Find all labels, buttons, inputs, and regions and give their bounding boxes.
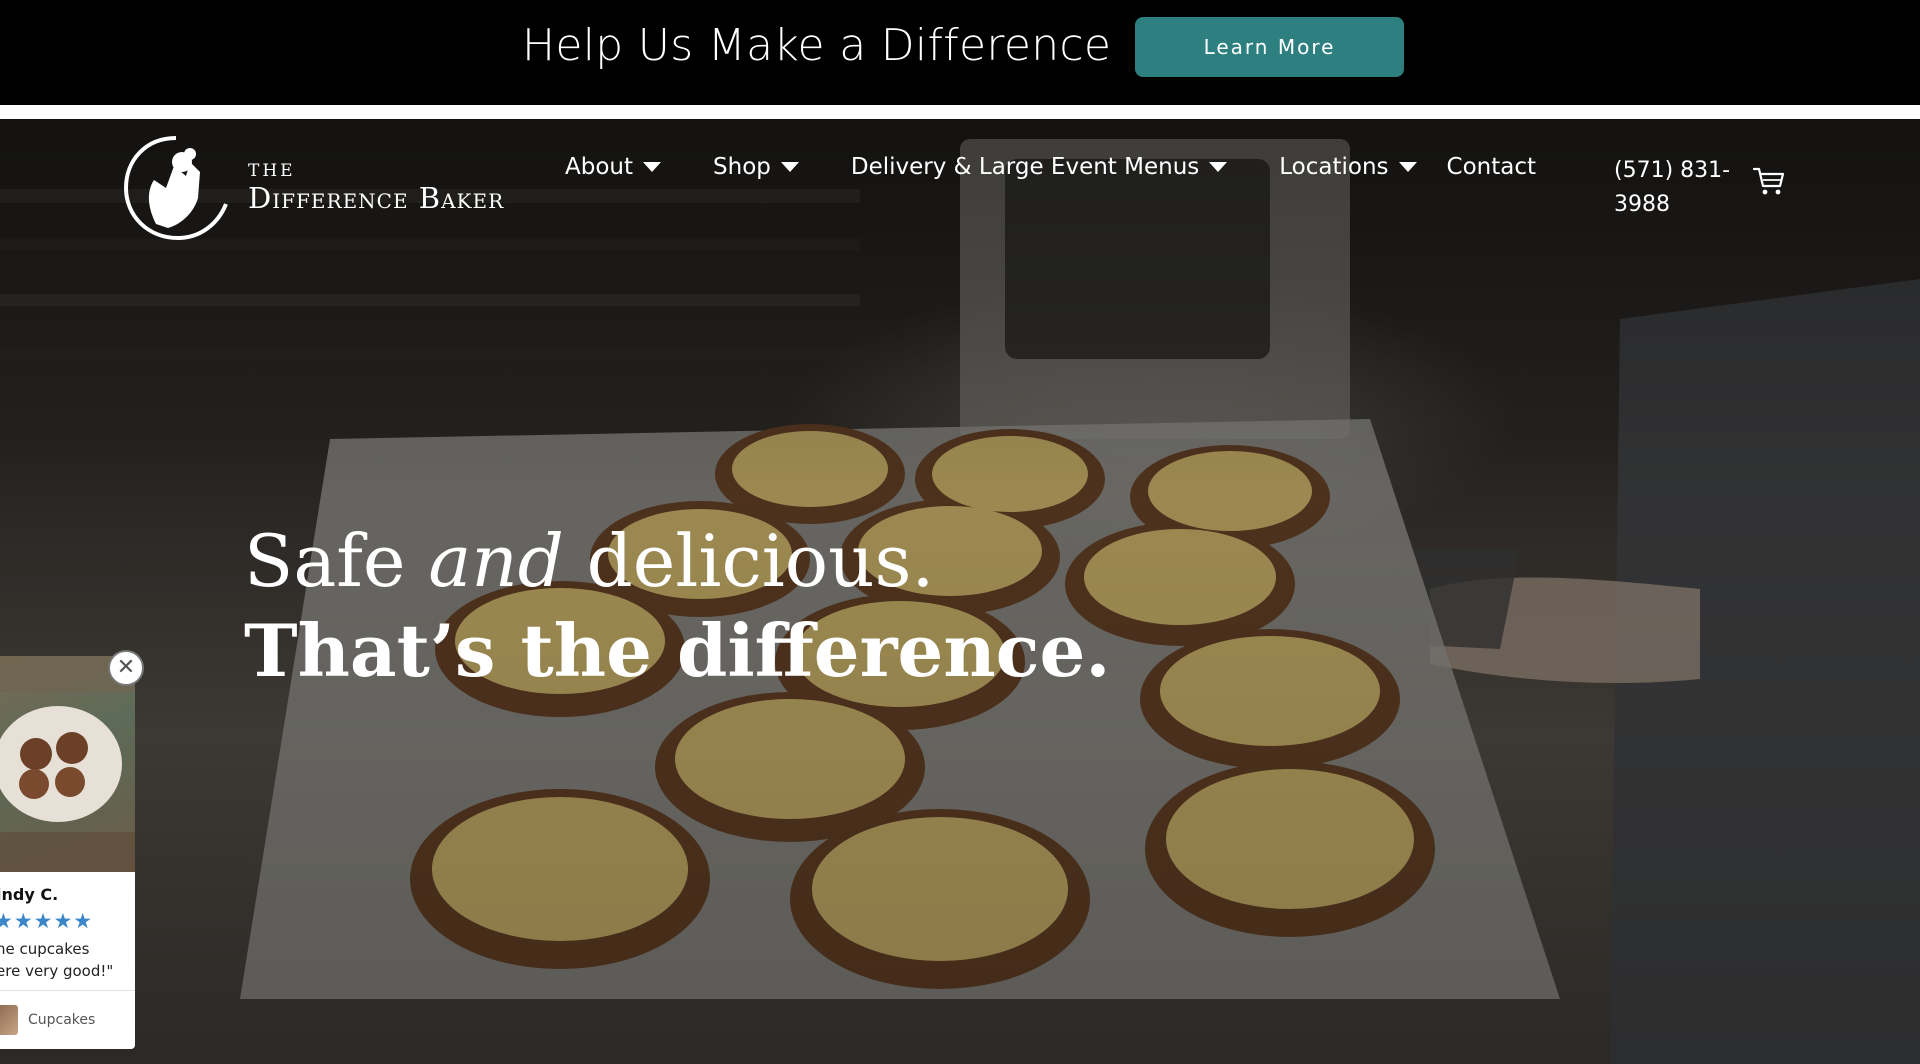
- main-nav: About Shop Delivery & Large Event Menus …: [565, 154, 1536, 180]
- announcement-divider: [0, 105, 1920, 119]
- cupcakes-photo: [0, 656, 135, 872]
- review-popup[interactable]: indy C. ★★★★★ he cupcakes ere very good!…: [0, 656, 135, 1049]
- review-quote: he cupcakes ere very good!": [0, 938, 134, 982]
- headline-line-1-italic: and: [428, 519, 564, 603]
- caret-down-icon: [643, 162, 662, 172]
- headline-line-1: Safe and delicious.: [244, 516, 1110, 606]
- review-stars: ★★★★★: [0, 910, 94, 933]
- review-quote-line-2: ere very good!": [0, 962, 114, 980]
- review-quote-line-1: he cupcakes: [0, 940, 90, 958]
- phone-line-1: (571) 831-: [1614, 158, 1731, 183]
- review-author: indy C.: [0, 885, 59, 904]
- nav-locations[interactable]: Locations: [1279, 154, 1417, 180]
- nav-shop[interactable]: Shop: [713, 154, 799, 180]
- caret-down-icon: [1209, 162, 1228, 172]
- close-icon[interactable]: ✕: [108, 650, 144, 686]
- cart-icon[interactable]: [1752, 164, 1786, 198]
- learn-more-button[interactable]: Learn More: [1135, 17, 1404, 77]
- logo-name: Difference Baker: [248, 180, 505, 215]
- headline-line-1-start: Safe: [244, 519, 429, 603]
- nav-delivery-label: Delivery & Large Event Menus: [850, 154, 1200, 180]
- announcement-bar: Help Us Make a Difference Learn More: [0, 0, 1920, 105]
- caret-down-icon: [780, 162, 799, 172]
- nav-delivery-menus[interactable]: Delivery & Large Event Menus: [850, 154, 1228, 180]
- headline-line-2: That’s the difference.: [244, 608, 1111, 693]
- phone-line-2: 3988: [1614, 192, 1670, 217]
- review-divider: [0, 990, 135, 991]
- review-product-link[interactable]: Cupcakes: [0, 1005, 95, 1035]
- praying-hands-cupcake-icon: [123, 135, 228, 240]
- caret-down-icon: [1398, 162, 1417, 172]
- nav-about-label: About: [565, 154, 634, 180]
- nav-locations-label: Locations: [1279, 154, 1389, 180]
- product-thumbnail: [0, 1005, 18, 1035]
- headline-line-1-end: delicious.: [563, 519, 935, 603]
- nav-contact-label: Contact: [1446, 154, 1537, 180]
- nav-contact[interactable]: Contact: [1447, 154, 1536, 180]
- logo-the: THE: [248, 160, 296, 181]
- hero-headline: Safe and delicious. That’s the differenc…: [244, 516, 1110, 696]
- announcement-text: Help Us Make a Difference: [522, 20, 1112, 71]
- review-photo: [0, 656, 135, 872]
- nav-shop-label: Shop: [713, 154, 771, 180]
- phone-link[interactable]: (571) 831- 3988: [1614, 154, 1734, 222]
- review-product-name: Cupcakes: [28, 1012, 96, 1028]
- nav-about[interactable]: About: [565, 154, 662, 180]
- site-logo[interactable]: THE Difference Baker: [120, 130, 504, 245]
